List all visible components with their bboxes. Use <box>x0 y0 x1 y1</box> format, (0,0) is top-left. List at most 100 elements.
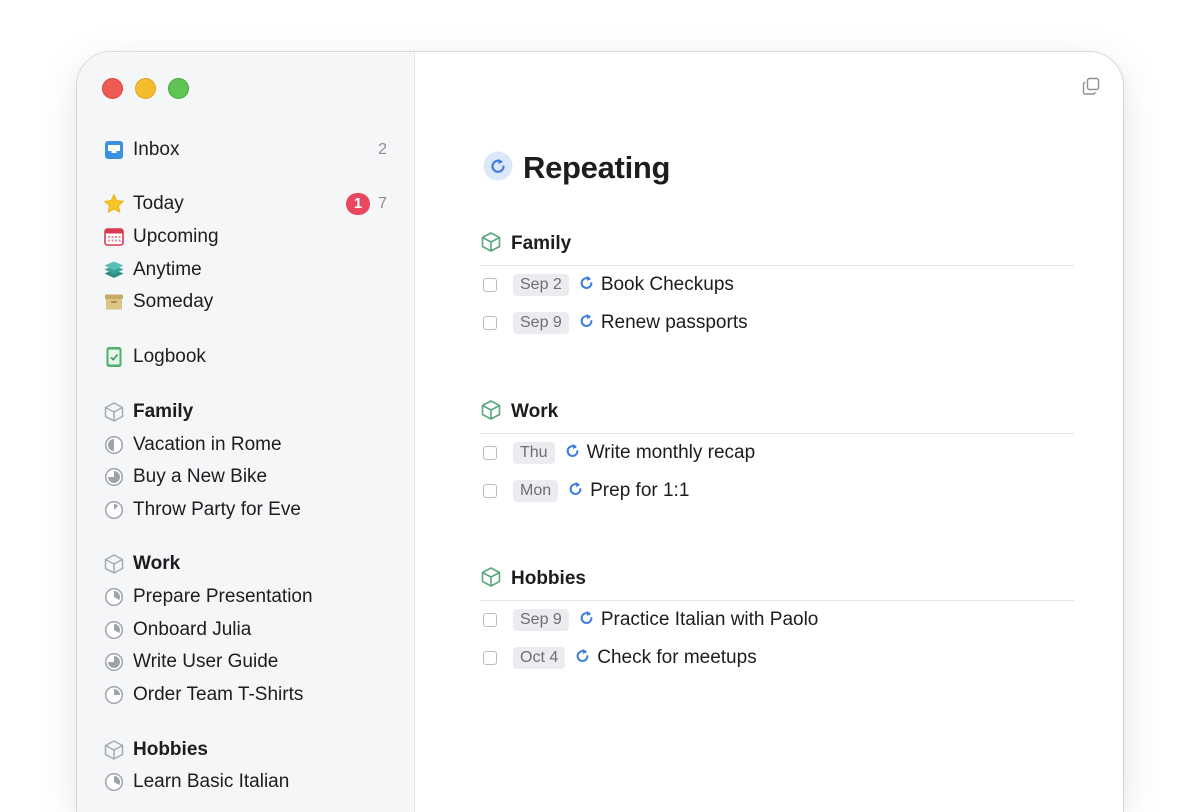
task-row[interactable]: Sep 9 Practice Italian with Paolo <box>480 601 1074 639</box>
sidebar-item-label: Throw Party for Eve <box>133 499 301 520</box>
section-family: Family Sep 2 Book Checkups Sep 9 Renew p… <box>480 229 1074 342</box>
section-work: Work Thu Write monthly recap Mon Prep fo… <box>480 397 1074 510</box>
sidebar-project-onboard-julia[interactable]: Onboard Julia <box>103 616 387 644</box>
task-title: Write monthly recap <box>586 442 756 463</box>
task-row[interactable]: Sep 2 Book Checkups <box>480 266 1074 304</box>
task-checkbox[interactable] <box>483 613 497 627</box>
today-count: 7 <box>378 195 387 212</box>
sidebar-project-prepare-presentation[interactable]: Prepare Presentation <box>103 583 387 611</box>
progress-pie-icon <box>103 651 125 673</box>
layers-icon <box>103 259 125 281</box>
cube-icon <box>480 399 502 426</box>
sidebar-project-learn-basic-italian[interactable]: Learn Basic Italian <box>103 768 387 796</box>
sidebar: Inbox 2 Today 1 7 Upcoming Anytime Somed… <box>77 52 415 812</box>
task-checkbox[interactable] <box>483 316 497 330</box>
sidebar-item-upcoming[interactable]: Upcoming <box>103 223 387 251</box>
progress-pie-icon <box>103 586 125 608</box>
task-checkbox[interactable] <box>483 278 497 292</box>
progress-pie-icon <box>103 684 125 706</box>
task-date-tag: Sep 9 <box>513 609 569 631</box>
sidebar-item-today[interactable]: Today 1 7 <box>103 190 387 218</box>
main-content: Repeating Family Sep 2 Book Checkups Sep… <box>415 52 1123 812</box>
sidebar-item-logbook[interactable]: Logbook <box>103 343 387 371</box>
page-header: Repeating <box>483 150 670 186</box>
archive-box-icon <box>103 291 125 313</box>
task-date-tag: Sep 9 <box>513 312 569 334</box>
task-title: Practice Italian with Paolo <box>600 609 819 630</box>
sidebar-item-label: Family <box>133 401 194 422</box>
inbox-count: 2 <box>378 141 387 158</box>
today-counts: 1 7 <box>346 193 387 215</box>
task-date-tag: Oct 4 <box>513 647 566 669</box>
calendar-icon <box>103 226 125 248</box>
progress-pie-icon <box>103 499 125 521</box>
sidebar-item-someday[interactable]: Someday <box>103 288 387 316</box>
task-row[interactable]: Oct 4 Check for meetups <box>480 639 1074 677</box>
task-row[interactable]: Thu Write monthly recap <box>480 434 1074 472</box>
zoom-window-button[interactable] <box>168 78 189 99</box>
section-header[interactable]: Hobbies <box>480 564 1074 594</box>
repeat-icon <box>567 480 584 502</box>
task-date-tag: Sep 2 <box>513 274 569 296</box>
repeat-icon <box>578 312 595 334</box>
progress-pie-icon <box>103 619 125 641</box>
sidebar-item-label: Work <box>133 553 181 574</box>
sidebar-item-label: Vacation in Rome <box>133 434 282 455</box>
cube-icon <box>103 553 125 575</box>
progress-pie-icon <box>103 434 125 456</box>
sidebar-item-label: Buy a New Bike <box>133 466 268 487</box>
repeat-icon <box>483 151 513 186</box>
repeat-icon <box>574 647 591 669</box>
repeat-icon <box>564 442 581 464</box>
sidebar-item-inbox[interactable]: Inbox 2 <box>103 136 387 164</box>
sidebar-item-label: Upcoming <box>133 226 219 247</box>
section-hobbies: Hobbies Sep 9 Practice Italian with Paol… <box>480 564 1074 677</box>
page-title: Repeating <box>523 150 671 185</box>
section-title: Family <box>511 233 572 254</box>
sidebar-item-label: Today <box>133 193 184 214</box>
due-badge: 1 <box>346 193 371 215</box>
section-header[interactable]: Work <box>480 397 1074 427</box>
sidebar-item-label: Order Team T-Shirts <box>133 684 304 705</box>
cube-icon <box>480 566 502 593</box>
sidebar-project-write-user-guide[interactable]: Write User Guide <box>103 648 387 676</box>
task-row[interactable]: Mon Prep for 1:1 <box>480 472 1074 510</box>
sidebar-item-anytime[interactable]: Anytime <box>103 256 387 284</box>
task-row[interactable]: Sep 9 Renew passports <box>480 304 1074 342</box>
repeat-icon <box>578 274 595 296</box>
sidebar-item-label: Inbox <box>133 139 180 160</box>
sidebar-item-label: Prepare Presentation <box>133 586 313 607</box>
sidebar-project-vacation-in-rome[interactable]: Vacation in Rome <box>103 431 387 459</box>
sidebar-area-family[interactable]: Family <box>103 398 387 426</box>
close-window-button[interactable] <box>102 78 123 99</box>
task-title: Check for meetups <box>597 647 757 668</box>
task-date-tag: Mon <box>513 480 559 502</box>
star-icon <box>103 193 125 215</box>
sidebar-item-label: Onboard Julia <box>133 619 252 640</box>
sidebar-item-label: Hobbies <box>133 739 208 760</box>
sidebar-area-hobbies[interactable]: Hobbies <box>103 736 387 764</box>
app-window: Inbox 2 Today 1 7 Upcoming Anytime Somed… <box>77 52 1123 812</box>
inbox-tray-icon <box>103 139 125 161</box>
task-title: Book Checkups <box>600 274 734 295</box>
minimize-window-button[interactable] <box>135 78 156 99</box>
sidebar-item-label: Someday <box>133 291 214 312</box>
sidebar-project-throw-party-for-eve[interactable]: Throw Party for Eve <box>103 496 387 524</box>
sidebar-project-buy-a-new-bike[interactable]: Buy a New Bike <box>103 463 387 491</box>
task-checkbox[interactable] <box>483 484 497 498</box>
repeat-icon <box>578 609 595 631</box>
task-checkbox[interactable] <box>483 651 497 665</box>
sidebar-item-label: Write User Guide <box>133 651 279 672</box>
window-controls <box>102 78 189 99</box>
sidebar-area-work[interactable]: Work <box>103 550 387 578</box>
section-header[interactable]: Family <box>480 229 1074 259</box>
task-checkbox[interactable] <box>483 446 497 460</box>
sidebar-item-label: Logbook <box>133 346 206 367</box>
section-title: Hobbies <box>511 568 586 589</box>
copy-window-icon[interactable] <box>1082 77 1100 100</box>
progress-pie-icon <box>103 771 125 793</box>
cube-icon <box>480 231 502 258</box>
sidebar-project-order-team-t-shirts[interactable]: Order Team T-Shirts <box>103 681 387 709</box>
sidebar-item-label: Anytime <box>133 259 202 280</box>
sidebar-item-label: Learn Basic Italian <box>133 771 290 792</box>
